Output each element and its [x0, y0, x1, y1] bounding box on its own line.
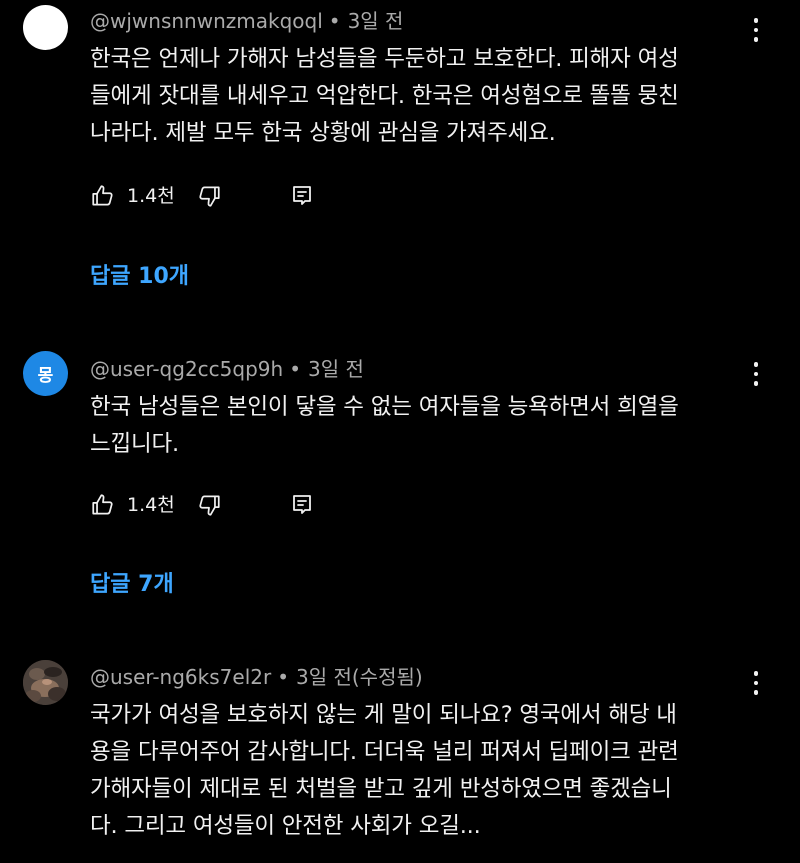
avatar-photo — [23, 660, 68, 705]
view-replies-link[interactable]: 답글 7개 — [90, 571, 174, 599]
reply-button[interactable] — [290, 490, 314, 520]
comment-text: 한국은 언제나 가해자 남성들을 두둔하고 보호한다. 피해자 여성 들에게 잣… — [90, 46, 679, 146]
thumb-up-icon — [92, 185, 113, 206]
comment-text: 한국 남성들은 본인이 닿을 수 없는 여자들을 능욕하면서 희열을 느낍니다. — [90, 394, 679, 457]
thumb-up-icon — [92, 494, 113, 515]
meta-separator: • — [328, 9, 341, 33]
comment-reply-icon — [293, 186, 311, 205]
comment-text: 국가가 여성을 보호하지 않는 게 말이 되나요? 영국에서 해당 내 용을 다… — [90, 702, 679, 839]
author-name[interactable]: @user-ng6ks7el2r — [90, 665, 271, 689]
author-name[interactable]: @wjwnsnnwnzmakqoql — [90, 9, 323, 33]
more-vertical-icon[interactable] — [745, 359, 767, 389]
timestamp[interactable]: 3일 전 — [348, 9, 404, 33]
more-vertical-icon[interactable] — [745, 15, 767, 45]
comment-meta: @user-qg2cc5qp9h • 3일 전 — [90, 357, 364, 381]
like-button[interactable] — [90, 181, 116, 211]
avatar[interactable] — [23, 660, 68, 705]
dislike-button[interactable] — [196, 181, 222, 211]
avatar[interactable]: 몽 — [23, 351, 68, 396]
comment-actions: 1.4천 — [90, 490, 330, 520]
timestamp[interactable]: 3일 전 — [308, 357, 364, 381]
like-count: 1.4천 — [127, 185, 175, 207]
meta-separator: • — [289, 357, 301, 381]
like-button[interactable] — [90, 490, 116, 520]
timestamp[interactable]: 3일 전(수정됨) — [296, 665, 423, 689]
avatar-letter: 몽 — [37, 366, 54, 386]
author-name[interactable]: @user-qg2cc5qp9h — [90, 357, 283, 381]
reply-button[interactable] — [290, 181, 314, 211]
comment-meta: @wjwnsnnwnzmakqoql • 3일 전 — [90, 9, 403, 33]
comment-actions: 1.4천 — [90, 181, 330, 211]
dislike-button[interactable] — [196, 490, 222, 520]
more-vertical-icon[interactable] — [745, 668, 767, 698]
avatar[interactable] — [23, 5, 68, 50]
meta-separator: • — [277, 665, 289, 689]
comment-reply-icon — [293, 495, 311, 514]
thumb-down-icon — [199, 495, 220, 516]
like-count: 1.4천 — [127, 494, 175, 516]
view-replies-link[interactable]: 답글 10개 — [90, 263, 189, 291]
thumb-down-icon — [199, 186, 220, 207]
comment-meta: @user-ng6ks7el2r • 3일 전(수정됨) — [90, 665, 423, 689]
